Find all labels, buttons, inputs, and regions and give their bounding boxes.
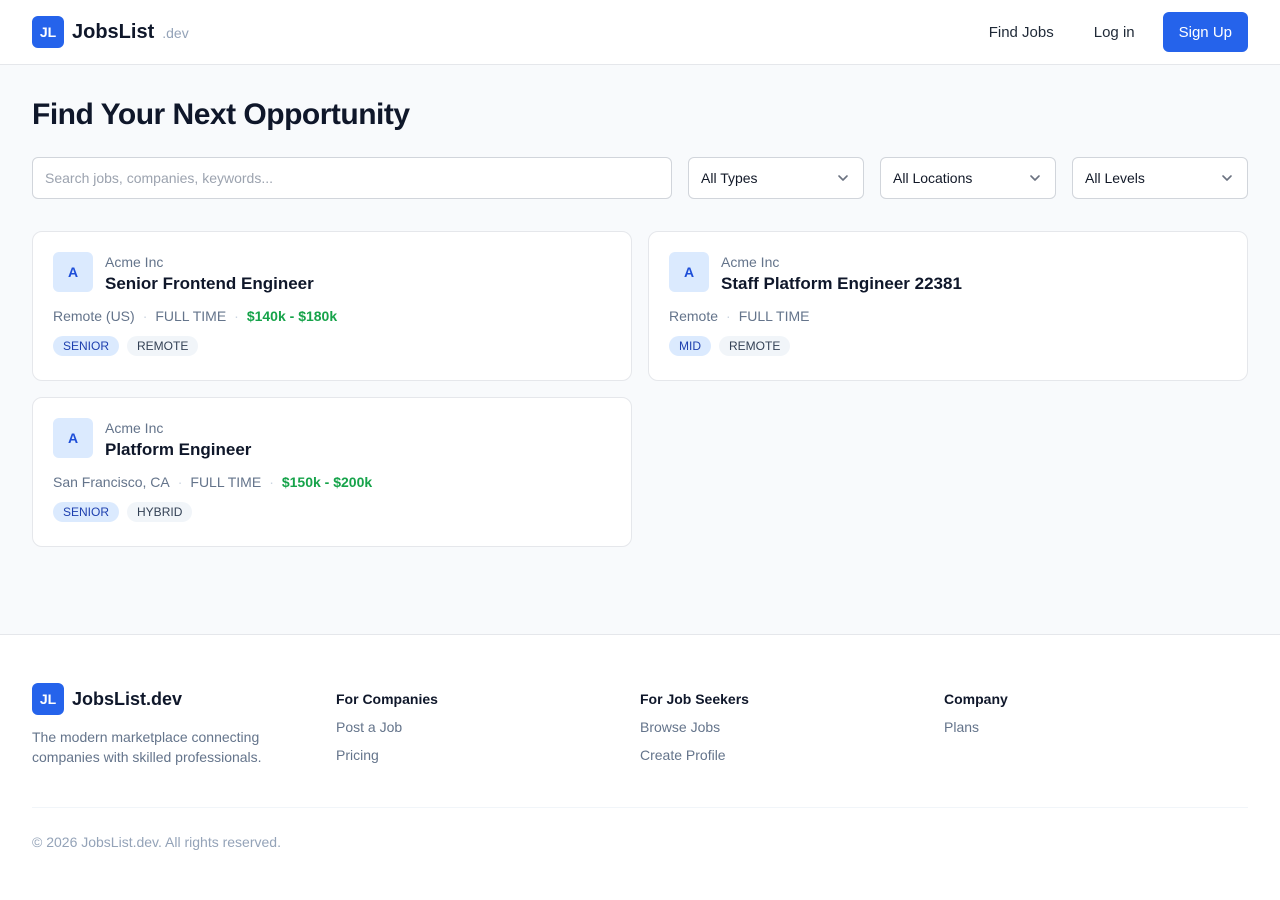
page-title: Find Your Next Opportunity <box>32 98 410 131</box>
work-mode-tag: HYBRID <box>127 502 193 522</box>
footer-column-company: Company Plans <box>944 683 1248 807</box>
brand[interactable]: JL JobsList .dev <box>32 16 189 48</box>
salary-range: $150k - $200k <box>281 474 373 490</box>
job-location: Remote (US) <box>53 308 135 324</box>
separator-dot: · <box>234 308 239 324</box>
footer-tagline: The modern marketplace connecting compan… <box>32 729 262 765</box>
separator-dot: · <box>177 474 183 490</box>
job-type-value: All Types <box>701 170 758 186</box>
copyright-text: © 2026 JobsList.dev. All rights reserved… <box>32 834 281 850</box>
footer-heading: For Companies <box>336 691 438 707</box>
employment-type: FULL TIME <box>190 474 262 490</box>
main-nav: Find Jobs Log in Sign Up <box>969 12 1248 52</box>
footer-heading: For Job Seekers <box>640 691 749 707</box>
separator-dot: · <box>142 308 148 324</box>
separator-dot: · <box>726 308 731 324</box>
brand-name: JobsList.dev <box>72 688 183 709</box>
chevron-down-icon <box>1222 175 1232 181</box>
footer-link-browse-jobs[interactable]: Browse Jobs <box>640 719 944 735</box>
top-navbar: JL JobsList .dev Find Jobs Log in Sign U… <box>0 0 1280 65</box>
main-content: Find Your Next Opportunity All Types All… <box>0 65 1280 634</box>
job-meta: San Francisco, CA · FULL TIME · $150k - … <box>53 474 611 490</box>
footer-link-create-profile[interactable]: Create Profile <box>640 747 944 763</box>
logo-badge: JL <box>32 683 64 715</box>
job-list: A Acme Inc Senior Frontend Engineer Remo… <box>32 231 1248 547</box>
employment-type: FULL TIME <box>738 308 810 324</box>
work-mode-tag: REMOTE <box>127 336 199 356</box>
salary-range: $140k - $180k <box>246 308 338 324</box>
company-name: Acme Inc <box>721 254 780 270</box>
company-name: Acme Inc <box>105 254 164 270</box>
footer-link-pricing[interactable]: Pricing <box>336 747 640 763</box>
chevron-down-icon <box>838 175 848 181</box>
company-avatar: A <box>53 418 93 458</box>
location-value: All Locations <box>893 170 973 186</box>
location-select[interactable]: All Locations <box>880 157 1056 199</box>
login-link[interactable]: Log in <box>1074 16 1155 49</box>
signup-button[interactable]: Sign Up <box>1162 12 1248 52</box>
job-location: Remote <box>669 308 719 324</box>
job-tags: MID REMOTE <box>669 336 1227 356</box>
company-avatar: A <box>53 252 93 292</box>
job-title[interactable]: Staff Platform Engineer 22381 <box>721 272 962 296</box>
search-input[interactable] <box>32 157 672 199</box>
level-tag: SENIOR <box>53 502 120 522</box>
company-name: Acme Inc <box>105 420 164 436</box>
brand-suffix: .dev <box>162 25 189 41</box>
footer-brand-column: JL JobsList.dev The modern marketplace c… <box>32 683 336 807</box>
footer-link-plans[interactable]: Plans <box>944 719 1248 735</box>
job-card[interactable]: A Acme Inc Platform Engineer San Francis… <box>32 397 632 547</box>
company-avatar: A <box>669 252 709 292</box>
level-tag: MID <box>669 336 711 356</box>
separator-dot: · <box>269 474 274 490</box>
job-location: San Francisco, CA <box>53 474 170 490</box>
footer-column-job-seekers: For Job Seekers Browse Jobs Create Profi… <box>640 683 944 807</box>
filter-bar: All Types All Locations All Levels <box>32 157 1248 199</box>
site-footer: JL JobsList.dev The modern marketplace c… <box>0 634 1280 900</box>
level-tag: SENIOR <box>53 336 120 356</box>
level-select[interactable]: All Levels <box>1072 157 1248 199</box>
job-card[interactable]: A Acme Inc Staff Platform Engineer 22381… <box>648 231 1248 381</box>
job-title[interactable]: Senior Frontend Engineer <box>105 272 314 296</box>
footer-brand[interactable]: JL JobsList.dev <box>32 683 336 715</box>
job-title[interactable]: Platform Engineer <box>105 438 251 462</box>
job-type-select[interactable]: All Types <box>688 157 864 199</box>
job-card[interactable]: A Acme Inc Senior Frontend Engineer Remo… <box>32 231 632 381</box>
logo-badge: JL <box>32 16 64 48</box>
job-tags: SENIOR HYBRID <box>53 502 611 522</box>
chevron-down-icon <box>1030 175 1040 181</box>
job-meta: Remote (US) · FULL TIME · $140k - $180k <box>53 308 611 324</box>
level-value: All Levels <box>1085 170 1145 186</box>
footer-heading: Company <box>944 691 1008 707</box>
brand-name: JobsList <box>72 20 155 43</box>
footer-column-companies: For Companies Post a Job Pricing <box>336 683 640 807</box>
work-mode-tag: REMOTE <box>719 336 791 356</box>
footer-link-post-job[interactable]: Post a Job <box>336 719 640 735</box>
job-tags: SENIOR REMOTE <box>53 336 611 356</box>
job-meta: Remote · FULL TIME <box>669 308 1227 324</box>
find-jobs-link[interactable]: Find Jobs <box>969 16 1074 49</box>
employment-type: FULL TIME <box>155 308 227 324</box>
